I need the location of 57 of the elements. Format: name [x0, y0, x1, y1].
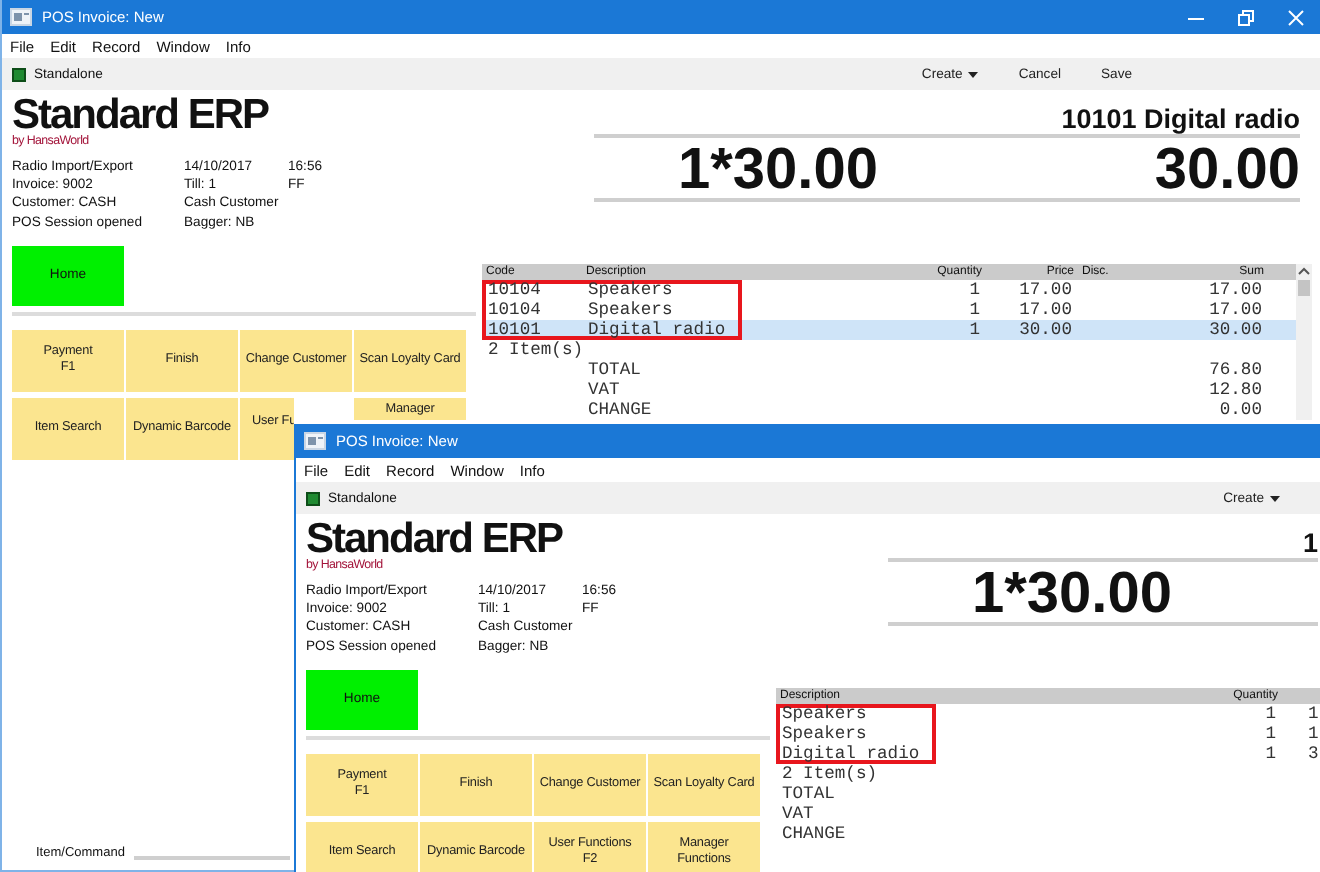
quantity-price: 1*30.00: [972, 568, 1172, 622]
table-cell: 10101: [482, 320, 582, 340]
table-cell-text: 1: [967, 280, 982, 300]
table-cell-text: 17.00: [1207, 300, 1264, 320]
amount: 30.00: [1154, 144, 1300, 198]
app-icon: [304, 432, 326, 450]
logo-text: Standard ERP: [12, 96, 271, 134]
table-row[interactable]: Speakers 1 1: [776, 704, 1320, 724]
status-icon: [306, 491, 320, 505]
item-name: 10101 Digital radio: [1061, 106, 1300, 132]
table-cell-text: 3: [1306, 744, 1320, 764]
table-cell-text: 30.00: [1017, 320, 1074, 340]
table-cell-text: 1: [967, 320, 982, 340]
scroll-up-icon[interactable]: [1296, 264, 1312, 278]
table-cell: Speakers: [582, 300, 742, 320]
table-cell-text: 30.00: [1207, 320, 1264, 340]
caret-icon: [968, 71, 979, 77]
app-icon: [10, 8, 32, 26]
summary-label: VAT: [586, 380, 622, 400]
quantity-price: 1*30.00: [678, 144, 878, 198]
scrollbar-thumb[interactable]: [1298, 280, 1310, 296]
table-cell-text: 1: [1263, 704, 1278, 724]
table-cell-text: 1: [1306, 724, 1320, 744]
caret-icon: [1270, 495, 1280, 501]
scrollbar[interactable]: [1296, 264, 1312, 420]
summary-label: CHANGE: [586, 400, 654, 420]
status-icon: [12, 67, 26, 81]
summary-label: TOTAL: [780, 784, 837, 804]
table-cell-text: 1: [1263, 724, 1278, 744]
table-cell-text: 17.00: [1207, 280, 1264, 300]
table-cell: Speakers: [582, 280, 742, 300]
table-row[interactable]: 10101 Digital radio 1 30.00 30.00: [482, 320, 1296, 340]
table-cell: Speakers: [776, 704, 936, 724]
close-icon: [1287, 9, 1303, 25]
table-row[interactable]: Speakers 1 1: [776, 724, 1320, 744]
summary-label: CHANGE: [780, 824, 848, 844]
summary-label: TOTAL: [586, 360, 643, 380]
table-cell: Digital radio: [776, 744, 936, 764]
summary-value: 0.00: [1217, 400, 1264, 420]
summary-value: 76.80: [1207, 360, 1264, 380]
table-cell-text: 17.00: [1017, 300, 1074, 320]
table-cell-text: 1: [967, 300, 982, 320]
table-row[interactable]: Digital radio 1 3: [776, 744, 1320, 764]
item-name: 1: [1302, 530, 1318, 556]
summary-label: 2 Item(s): [486, 340, 586, 360]
table-cell: 10104: [482, 280, 582, 300]
table-cell: Digital radio: [582, 320, 742, 340]
summary-label: 2 Item(s): [780, 764, 880, 784]
summary-label: VAT: [780, 804, 816, 824]
summary-value: 12.80: [1207, 380, 1264, 400]
table-cell: 10104: [482, 300, 582, 320]
table-cell-text: 17.00: [1017, 280, 1074, 300]
table-cell-text: 1: [1263, 744, 1278, 764]
restore-icon: [1237, 9, 1253, 25]
logo-text: Standard ERP: [306, 520, 565, 558]
table-cell-text: 1: [1306, 704, 1320, 724]
table-cell: Speakers: [776, 724, 936, 744]
